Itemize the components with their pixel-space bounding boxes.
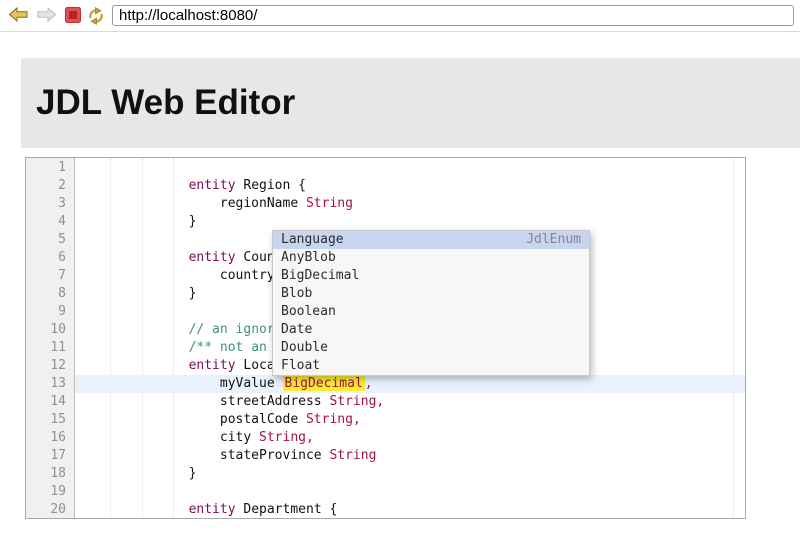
refresh-button[interactable] [85, 6, 107, 26]
code-text: city String, [75, 429, 745, 447]
back-icon [8, 6, 29, 23]
line-number: 3 [26, 195, 66, 213]
line-number: 13 [26, 375, 66, 393]
autocomplete-item-label: AnyBlob [281, 249, 336, 267]
autocomplete-item-label: Float [281, 357, 320, 375]
forward-icon [36, 6, 57, 23]
code-text: entity Region { [75, 177, 745, 195]
code-line[interactable]: 18 } [26, 465, 745, 483]
browser-toolbar [0, 0, 800, 32]
code-text: myValue BigDecimal, [75, 375, 745, 393]
line-number: 11 [26, 339, 66, 357]
refresh-icon [86, 6, 106, 26]
code-text: postalCode String, [75, 411, 745, 429]
line-number: 16 [26, 429, 66, 447]
autocomplete-item-label: Language [281, 231, 344, 249]
line-number: 8 [26, 285, 66, 303]
autocomplete-item-label: Blob [281, 285, 312, 303]
code-line[interactable]: 14 streetAddress String, [26, 393, 745, 411]
forward-button[interactable] [35, 6, 57, 26]
autocomplete-item[interactable]: Float [273, 357, 589, 375]
line-number: 4 [26, 213, 66, 231]
line-number: 7 [26, 267, 66, 285]
code-line[interactable]: 1 [26, 159, 745, 177]
autocomplete-item-label: BigDecimal [281, 267, 359, 285]
code-text: stateProvince String [75, 447, 745, 465]
line-number: 1 [26, 159, 66, 177]
back-button[interactable] [7, 6, 29, 26]
line-number: 5 [26, 231, 66, 249]
autocomplete-item-type: JdlEnum [526, 231, 581, 249]
line-number: 17 [26, 447, 66, 465]
code-line[interactable]: 2 entity Region { [26, 177, 745, 195]
line-number: 2 [26, 177, 66, 195]
line-number: 6 [26, 249, 66, 267]
autocomplete-item[interactable]: Boolean [273, 303, 589, 321]
code-text: } [75, 465, 745, 483]
autocomplete-item-label: Boolean [281, 303, 336, 321]
page-header: JDL Web Editor [21, 58, 800, 148]
line-number: 12 [26, 357, 66, 375]
line-number: 9 [26, 303, 66, 321]
autocomplete-popup: Language JdlEnum AnyBlobBigDecimalBlobBool… [272, 230, 590, 376]
stop-icon [64, 6, 82, 24]
code-text: entity Department { [75, 501, 745, 519]
autocomplete-item[interactable]: Date [273, 321, 589, 339]
code-line-active[interactable]: 13 myValue BigDecimal, [26, 375, 745, 393]
autocomplete-item-selected[interactable]: Language JdlEnum [273, 231, 589, 249]
autocomplete-item[interactable]: Blob [273, 285, 589, 303]
url-input[interactable] [112, 5, 794, 26]
code-line[interactable]: 20 entity Department { [26, 501, 745, 519]
autocomplete-item[interactable]: BigDecimal [273, 267, 589, 285]
completion-match-highlight: BigDecimal [283, 376, 365, 391]
code-line[interactable]: 17 stateProvince String [26, 447, 745, 465]
line-number: 14 [26, 393, 66, 411]
autocomplete-item[interactable]: AnyBlob [273, 249, 589, 267]
line-number: 20 [26, 501, 66, 519]
code-line[interactable]: 16 city String, [26, 429, 745, 447]
code-line[interactable]: 19 [26, 483, 745, 501]
line-number: 19 [26, 483, 66, 501]
stop-button[interactable] [62, 6, 84, 26]
line-number: 15 [26, 411, 66, 429]
line-number: 10 [26, 321, 66, 339]
code-text: regionName String [75, 195, 745, 213]
code-line[interactable]: 4 } [26, 213, 745, 231]
code-text: streetAddress String, [75, 393, 745, 411]
autocomplete-item-label: Double [281, 339, 328, 357]
code-line[interactable]: 15 postalCode String, [26, 411, 745, 429]
line-number: 18 [26, 465, 66, 483]
code-line[interactable]: 3 regionName String [26, 195, 745, 213]
page-title: JDL Web Editor [36, 83, 295, 123]
autocomplete-item-label: Date [281, 321, 312, 339]
code-text: } [75, 213, 745, 231]
autocomplete-item[interactable]: Double [273, 339, 589, 357]
